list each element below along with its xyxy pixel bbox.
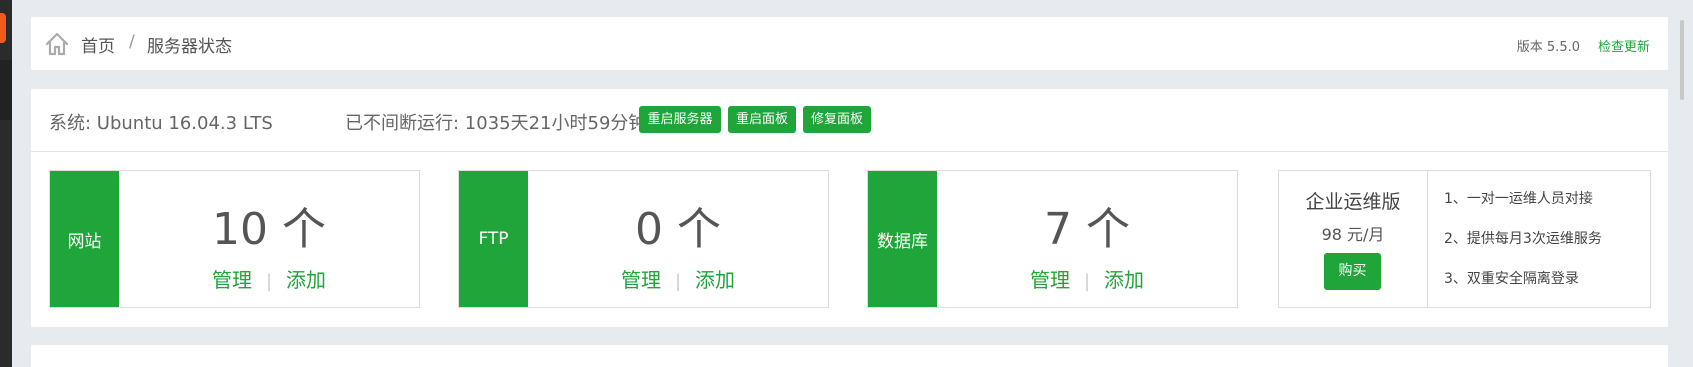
system-os-label: 系统: Ubuntu 16.04.3 LTS	[49, 113, 273, 134]
ftp-count: 0 个	[635, 204, 721, 255]
next-panel	[31, 345, 1668, 367]
buy-button[interactable]: 购买	[1324, 253, 1381, 290]
promo-title: 企业运维版	[1305, 191, 1401, 213]
left-edge-dark-band	[0, 60, 12, 120]
website-tag: 网站	[50, 171, 119, 307]
ftp-manage-link[interactable]: 管理	[621, 268, 661, 292]
system-info-bar: 系统: Ubuntu 16.04.3 LTS 已不间断运行: 1035天21小时…	[31, 89, 1668, 152]
home-icon[interactable]	[44, 31, 70, 57]
check-update-link[interactable]: 检查更新	[1598, 36, 1650, 55]
enterprise-promo-card: 企业运维版 98 元/月 购买 1、一对一运维人员对接 2、提供每月3次运维服务…	[1278, 170, 1651, 308]
promo-feature-list: 1、一对一运维人员对接 2、提供每月3次运维服务 3、双重安全隔离登录	[1444, 189, 1602, 309]
database-actions: 管理 | 添加	[937, 264, 1237, 293]
website-manage-link[interactable]: 管理	[212, 268, 252, 292]
promo-summary: 企业运维版 98 元/月 购买	[1279, 171, 1428, 307]
promo-feature-item: 1、一对一运维人员对接	[1444, 191, 1593, 207]
server-status-panel: 系统: Ubuntu 16.04.3 LTS 已不间断运行: 1035天21小时…	[31, 89, 1668, 327]
promo-feature-item: 2、提供每月3次运维服务	[1444, 231, 1602, 247]
ftp-stat-card: FTP 0 个 管理 | 添加	[458, 170, 829, 308]
website-count: 10 个	[212, 204, 326, 255]
promo-price: 98 元/月	[1321, 225, 1385, 244]
database-stat-card: 数据库 7 个 管理 | 添加	[867, 170, 1238, 308]
version-label: 版本 5.5.0	[1516, 40, 1580, 55]
restart-panel-button[interactable]: 重启面板	[728, 106, 796, 133]
repair-panel-button[interactable]: 修复面板	[803, 106, 871, 133]
ftp-tag: FTP	[459, 171, 528, 307]
breadcrumb-separator: /	[129, 32, 135, 52]
left-edge-strip	[0, 0, 12, 367]
breadcrumb-home-link[interactable]: 首页	[81, 32, 115, 57]
website-action-separator: |	[265, 271, 273, 292]
database-manage-link[interactable]: 管理	[1030, 268, 1070, 292]
ftp-action-separator: |	[674, 271, 682, 292]
database-add-link[interactable]: 添加	[1104, 268, 1144, 292]
ftp-actions: 管理 | 添加	[528, 264, 828, 293]
database-action-separator: |	[1083, 271, 1091, 292]
promo-feature-item: 3、双重安全隔离登录	[1444, 271, 1579, 287]
database-tag: 数据库	[868, 171, 937, 307]
website-stat-card: 网站 10 个 管理 | 添加	[49, 170, 420, 308]
breadcrumb-current: 服务器状态	[147, 37, 232, 57]
website-add-link[interactable]: 添加	[286, 268, 326, 292]
scrollbar-thumb[interactable]	[1680, 20, 1684, 100]
uptime-label: 已不间断运行: 1035天21小时59分钟	[345, 113, 647, 134]
website-actions: 管理 | 添加	[119, 264, 419, 293]
left-edge-orange-marker	[0, 13, 6, 43]
restart-server-button[interactable]: 重启服务器	[639, 106, 721, 133]
scrollbar[interactable]	[1673, 0, 1693, 367]
breadcrumb: 首页 / 服务器状态 版本 5.5.0 检查更新	[31, 17, 1668, 70]
database-count: 7 个	[1044, 204, 1130, 255]
ftp-add-link[interactable]: 添加	[695, 268, 735, 292]
